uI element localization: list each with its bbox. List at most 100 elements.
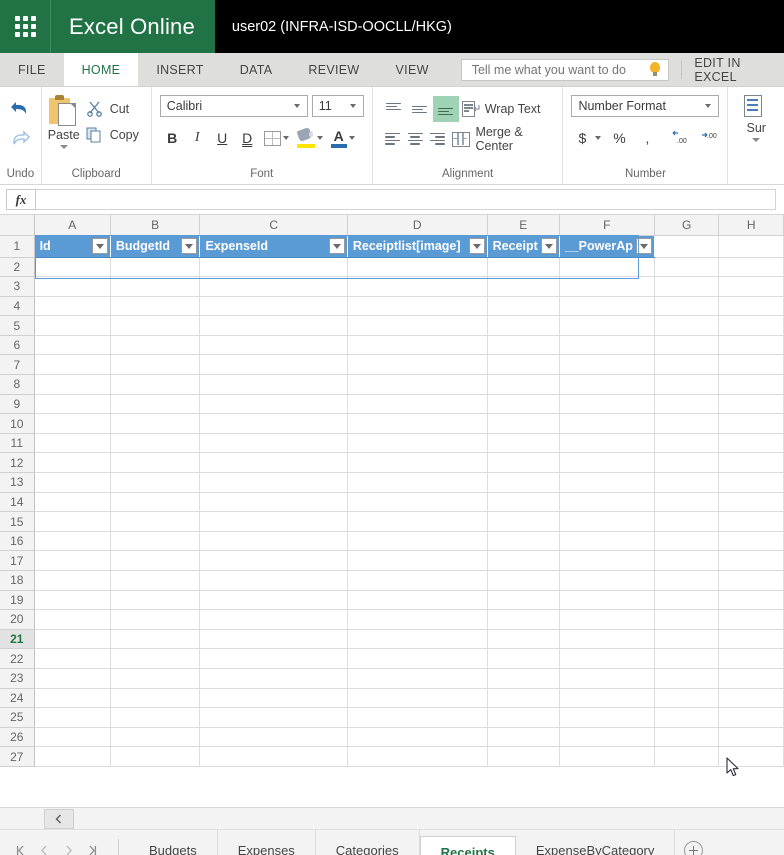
- grid-cell[interactable]: [718, 335, 784, 356]
- row-header-20[interactable]: 20: [0, 609, 35, 630]
- grid-cell[interactable]: [110, 315, 201, 336]
- grid-cell[interactable]: [487, 609, 560, 630]
- edit-in-excel-button[interactable]: EDIT IN EXCEL: [694, 56, 784, 84]
- add-sheet-button[interactable]: [675, 830, 711, 855]
- grid-cell[interactable]: [654, 354, 720, 376]
- sheet-tab-expenses[interactable]: Expenses: [218, 829, 316, 855]
- grid-cell[interactable]: [654, 511, 720, 532]
- row-header-1[interactable]: 1: [0, 235, 35, 258]
- grid-cell[interactable]: [487, 276, 560, 297]
- grid-cell[interactable]: [718, 570, 784, 591]
- grid-cell[interactable]: [487, 688, 560, 709]
- grid-cell[interactable]: [199, 550, 348, 571]
- autosum-icon[interactable]: [744, 95, 768, 119]
- grid-cell[interactable]: [559, 433, 655, 454]
- borders-button[interactable]: [263, 130, 292, 146]
- grid-cell[interactable]: [110, 609, 201, 630]
- merge-center-button[interactable]: Merge & Center: [449, 125, 554, 153]
- grid-cell[interactable]: [718, 354, 784, 376]
- double-underline-button[interactable]: D: [235, 126, 260, 151]
- spreadsheet-grid[interactable]: A B C D E F G H 1 Id BudgetId ExpenseId …: [0, 215, 784, 807]
- column-header-b[interactable]: B: [110, 215, 201, 236]
- grid-cell[interactable]: [654, 452, 720, 474]
- grid-cell[interactable]: [654, 394, 720, 415]
- grid-cell[interactable]: [718, 668, 784, 689]
- grid-cell[interactable]: [347, 315, 488, 336]
- grid-cell[interactable]: [34, 472, 111, 493]
- grid-cell[interactable]: [110, 492, 201, 513]
- grid-cell[interactable]: [654, 531, 720, 552]
- column-header-d[interactable]: D: [347, 215, 488, 236]
- grid-cell[interactable]: [718, 257, 784, 278]
- grid-cell[interactable]: [718, 727, 784, 748]
- grid-cell[interactable]: [110, 257, 201, 278]
- grid-cell[interactable]: [347, 257, 488, 278]
- grid-cell[interactable]: [199, 433, 348, 454]
- table-header-cell[interactable]: ExpenseId: [199, 235, 348, 258]
- grid-cell[interactable]: [487, 648, 560, 669]
- grid-cell[interactable]: [559, 276, 655, 297]
- grid-cell[interactable]: [34, 590, 111, 611]
- grid-cell[interactable]: [110, 648, 201, 669]
- grid-cell[interactable]: [110, 531, 201, 552]
- grid-cell[interactable]: [487, 746, 560, 767]
- grid-cell[interactable]: [110, 452, 201, 474]
- grid-cell[interactable]: [654, 492, 720, 513]
- grid-cell[interactable]: [718, 492, 784, 513]
- grid-cell[interactable]: [654, 433, 720, 454]
- grid-cell[interactable]: [654, 629, 720, 650]
- grid-cell[interactable]: [199, 648, 348, 669]
- align-top-button[interactable]: [381, 96, 407, 122]
- grid-cell[interactable]: [34, 296, 111, 317]
- row-header-22[interactable]: 22: [0, 648, 35, 669]
- row-header-26[interactable]: 26: [0, 727, 35, 748]
- grid-cell[interactable]: [110, 472, 201, 493]
- bold-button[interactable]: B: [160, 126, 185, 151]
- grid-cell[interactable]: [559, 413, 655, 434]
- row-header-3[interactable]: 3: [0, 276, 35, 297]
- grid-cell[interactable]: [110, 688, 201, 709]
- grid-cell[interactable]: [199, 257, 348, 278]
- grid-cell[interactable]: [199, 707, 348, 728]
- column-header-c[interactable]: C: [199, 215, 348, 236]
- tab-home[interactable]: HOME: [63, 53, 139, 86]
- grid-cell[interactable]: [347, 511, 488, 532]
- grid-cell[interactable]: [347, 609, 488, 630]
- grid-cell[interactable]: [347, 629, 488, 650]
- align-right-button[interactable]: [427, 126, 450, 152]
- grid-cell[interactable]: [718, 452, 784, 474]
- grid-cell[interactable]: [718, 472, 784, 493]
- tell-me-input[interactable]: [469, 61, 649, 78]
- row-header-13[interactable]: 13: [0, 472, 35, 493]
- row-header-12[interactable]: 12: [0, 452, 35, 474]
- grid-cell[interactable]: [654, 668, 720, 689]
- row-header-2[interactable]: 2: [0, 257, 35, 278]
- row-header-11[interactable]: 11: [0, 433, 35, 454]
- grid-cell[interactable]: [654, 413, 720, 434]
- grid-cell[interactable]: [718, 590, 784, 611]
- grid-cell[interactable]: [347, 413, 488, 434]
- grid-cell[interactable]: [34, 511, 111, 532]
- grid-cell[interactable]: [199, 492, 348, 513]
- grid-cell[interactable]: [559, 609, 655, 630]
- grid-cell[interactable]: [34, 550, 111, 571]
- grid-cell[interactable]: [654, 688, 720, 709]
- grid-cell[interactable]: [347, 688, 488, 709]
- grid-cell[interactable]: [110, 335, 201, 356]
- row-header-8[interactable]: 8: [0, 374, 35, 395]
- currency-button[interactable]: $: [571, 125, 604, 151]
- grid-cell[interactable]: [559, 648, 655, 669]
- grid-cell[interactable]: [199, 609, 348, 630]
- grid-cell[interactable]: [487, 668, 560, 689]
- tell-me-box[interactable]: [460, 58, 670, 81]
- align-left-button[interactable]: [381, 126, 404, 152]
- grid-cell[interactable]: [347, 648, 488, 669]
- app-launcher-button[interactable]: [0, 0, 50, 53]
- row-header-18[interactable]: 18: [0, 570, 35, 591]
- grid-cell[interactable]: [559, 452, 655, 474]
- filter-dropdown-icon[interactable]: [328, 238, 345, 254]
- grid-cell[interactable]: [34, 688, 111, 709]
- grid-cell[interactable]: [559, 590, 655, 611]
- formula-input[interactable]: [36, 189, 776, 210]
- column-header-f[interactable]: F: [559, 215, 655, 236]
